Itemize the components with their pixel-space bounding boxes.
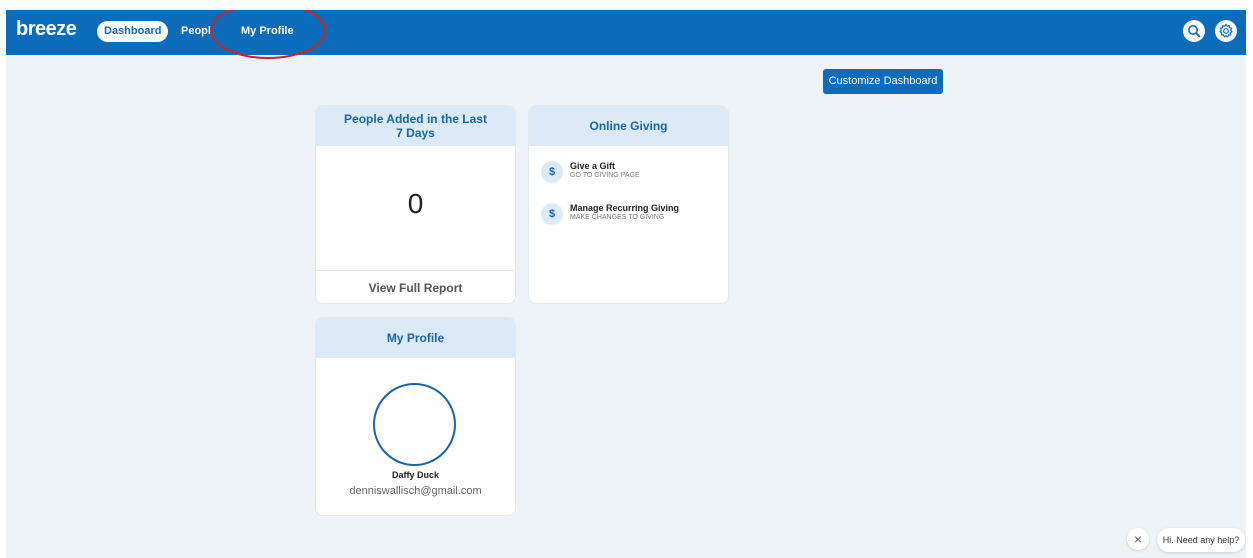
customize-dashboard-button[interactable]: Customize Dashboard [823, 69, 943, 94]
dollar-icon: $ [541, 161, 563, 183]
profile-email: denniswallisch@gmail.com [349, 485, 482, 497]
help-close-button[interactable]: × [1127, 528, 1149, 550]
give-item-title: Give a Gift [570, 161, 616, 171]
people-added-card-header: People Added in the Last 7 Days [316, 106, 515, 146]
online-giving-card: Online Giving $ Give a Gift GO TO GIVING… [529, 106, 728, 303]
nav-dashboard-button[interactable]: Dashboard [97, 21, 169, 42]
gear-icon [1219, 23, 1233, 38]
settings-button[interactable] [1215, 20, 1237, 42]
give-item-subtitle: MAKE CHANGES TO GIVING [570, 214, 665, 221]
top-navigation-bar: breeze Dashboard People My Profile [6, 10, 1246, 59]
app-window: breeze Dashboard People My Profile Custo… [6, 10, 1246, 558]
breeze-logo[interactable]: breeze [16, 18, 77, 41]
profile-name: Daffy Duck [391, 470, 439, 480]
give-item-subtitle: GO TO GIVING PAGE [570, 172, 640, 179]
people-added-title-line1: People Added in the Last [344, 112, 487, 126]
avatar[interactable] [373, 383, 456, 466]
people-added-card: People Added in the Last 7 Days 0 View F… [316, 106, 515, 303]
search-icon [1188, 25, 1201, 38]
manage-recurring-giving-item[interactable]: $ Manage Recurring Giving MAKE CHANGES T… [541, 203, 721, 227]
search-button[interactable] [1183, 20, 1205, 42]
dollar-icon: $ [541, 203, 563, 225]
nav-my-profile-link[interactable]: My Profile [241, 21, 294, 42]
people-added-count: 0 [407, 188, 424, 219]
give-a-gift-item[interactable]: $ Give a Gift GO TO GIVING PAGE [541, 161, 721, 185]
my-profile-card: My Profile Daffy Duck denniswallisch@gma… [316, 318, 515, 515]
online-giving-card-title: Online Giving [529, 106, 728, 146]
my-profile-card-title: My Profile [316, 318, 515, 358]
view-full-report-link[interactable]: View Full Report [316, 270, 515, 303]
nav-people-link[interactable]: People [181, 21, 211, 42]
give-item-title: Manage Recurring Giving [570, 203, 680, 213]
people-added-title-line2: 7 Days [396, 126, 435, 140]
help-chat-bubble[interactable]: Hi. Need any help? [1157, 528, 1245, 552]
